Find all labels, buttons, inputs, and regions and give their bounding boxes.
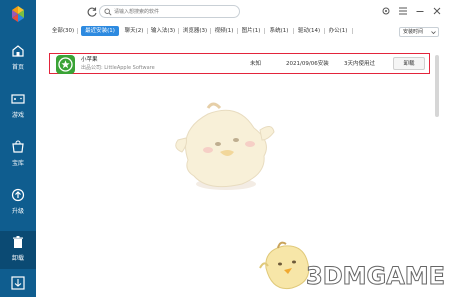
tab-divider	[264, 28, 265, 34]
refresh-icon[interactable]	[86, 6, 98, 18]
uninstall-button[interactable]: 卸载	[393, 57, 425, 70]
sidebar-item-uninstall[interactable]: 卸载	[0, 231, 36, 269]
gamepad-icon	[11, 94, 25, 104]
sidebar-item-label: 卸载	[11, 255, 24, 262]
home-icon	[12, 45, 24, 57]
tab-divider	[293, 28, 294, 34]
tab-input[interactable]: 输入法(3)	[149, 26, 177, 36]
sort-label: 安装时间	[403, 29, 424, 35]
tab-divider	[178, 28, 179, 34]
settings-icon[interactable]	[380, 5, 392, 17]
sidebar-item-home[interactable]: 首页	[0, 40, 36, 76]
sidebar-item-label: 首页	[11, 64, 24, 71]
search-box[interactable]	[99, 5, 240, 18]
sidebar-item-label: 升级	[11, 208, 24, 215]
tab-divider	[147, 28, 148, 34]
tab-recent[interactable]: 最近安装(1)	[81, 26, 119, 36]
sidebar-item-label: 游戏	[11, 112, 24, 119]
minimize-icon[interactable]	[414, 5, 426, 17]
top-bar	[36, 0, 450, 24]
tab-divider	[237, 28, 238, 34]
app-publisher: 出品公司: LittleApple Software	[81, 65, 155, 71]
sidebar-item-upgrade[interactable]: 升级	[0, 184, 36, 220]
tab-chat[interactable]: 聊天(2)	[122, 26, 146, 36]
app-size: 未知	[250, 61, 262, 67]
scrollbar[interactable]	[435, 55, 439, 117]
store-icon	[12, 140, 24, 153]
tab-divider	[210, 28, 211, 34]
close-icon[interactable]	[431, 5, 443, 17]
category-tabs: 全部(30) 最近安装(1) 聊天(2) 输入法(3) 浏览器(3) 视频(1)…	[36, 24, 450, 38]
sort-dropdown[interactable]: 安装时间	[399, 27, 439, 37]
search-input[interactable]	[114, 6, 232, 17]
upgrade-icon	[11, 188, 25, 202]
tab-image[interactable]: 图片(1)	[239, 26, 263, 36]
menu-icon[interactable]	[397, 5, 409, 17]
sidebar: 首页 游戏 宝库 升级 卸载	[0, 0, 36, 297]
watermark-text: 3DMGAME	[305, 262, 446, 291]
app-name: 小苹果	[81, 57, 98, 63]
app-logo-icon	[12, 6, 24, 22]
trash-icon	[13, 236, 23, 248]
app-icon	[56, 55, 75, 74]
tab-video[interactable]: 视频(1)	[212, 26, 236, 36]
chevron-down-icon	[431, 31, 436, 35]
tab-office[interactable]: 办公(1)	[326, 26, 350, 36]
sidebar-item-store[interactable]: 宝库	[0, 136, 36, 172]
tab-driver[interactable]: 驱动(14)	[295, 26, 323, 36]
app-last-used: 3天内使用过	[344, 61, 375, 67]
star-icon	[58, 57, 73, 72]
app-install-date: 2021/09/06安装	[286, 61, 329, 67]
tab-divider	[324, 28, 325, 34]
sidebar-item-label: 宝库	[11, 160, 24, 167]
download-icon[interactable]	[0, 270, 36, 297]
search-icon	[104, 8, 112, 16]
tab-all[interactable]: 全部(30)	[50, 26, 76, 36]
tab-browser[interactable]: 浏览器(3)	[181, 26, 209, 36]
tab-divider	[77, 28, 78, 34]
tab-system[interactable]: 系统(1)	[266, 26, 292, 36]
mascot-illustration	[175, 102, 275, 190]
sidebar-item-games[interactable]: 游戏	[0, 88, 36, 124]
tab-divider	[352, 28, 353, 34]
app-row[interactable]: 小苹果 出品公司: LittleApple Software 未知 2021/0…	[49, 53, 430, 74]
